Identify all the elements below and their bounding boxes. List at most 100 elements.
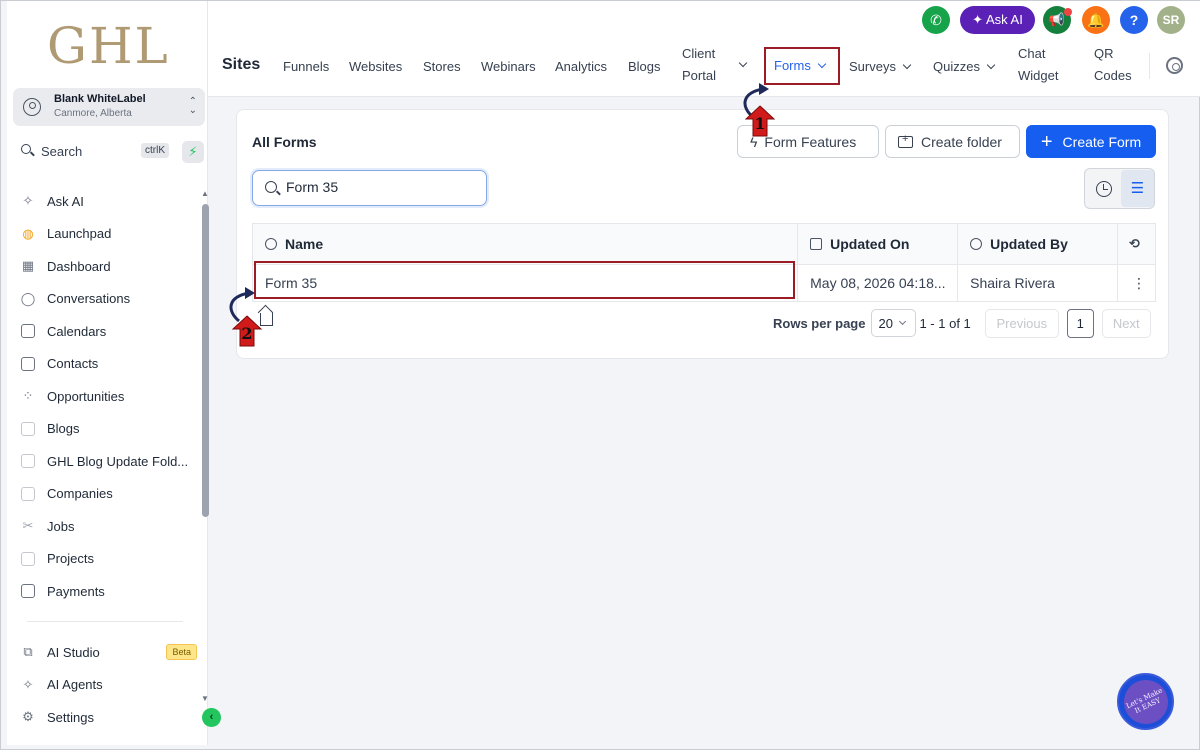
cube-icon	[21, 551, 35, 566]
tab-surveys[interactable]: Surveys	[849, 59, 912, 74]
column-settings-icon: ⟲	[1128, 236, 1140, 251]
sidebar-search[interactable]: Search ctrlK	[13, 140, 173, 164]
card-title: All Forms	[252, 134, 317, 150]
tab-webinars[interactable]: Webinars	[481, 59, 536, 74]
page-number-button[interactable]: 1	[1066, 308, 1094, 338]
sidebar-item-label: Dashboard	[47, 258, 111, 274]
column-settings[interactable]: ⟲	[1116, 223, 1157, 265]
create-form-button[interactable]: + Create Form	[1026, 125, 1156, 158]
ask-ai-button[interactable]: ✦ Ask AI	[960, 6, 1035, 34]
sparkle-icon: ✦	[972, 12, 986, 27]
annotation-badge-2: 2	[232, 315, 262, 347]
column-header-updated-by[interactable]: Updated By	[957, 223, 1118, 265]
sidebar-item-jobs[interactable]: ✂ Jobs	[17, 510, 197, 543]
location-pin-icon	[23, 98, 41, 116]
previous-page-button[interactable]: Previous	[984, 308, 1059, 338]
contacts-icon	[21, 356, 35, 371]
search-shortcut: ctrlK	[141, 143, 169, 158]
sidebar-item-dashboard[interactable]: ▦ Dashboard	[17, 250, 197, 283]
sidebar-divider	[27, 621, 183, 622]
row-actions-kebab-icon[interactable]: ⋮	[1116, 264, 1157, 302]
sidebar-item-label: Jobs	[47, 518, 75, 534]
sidebar-item-projects[interactable]: Projects	[17, 543, 197, 576]
location-city: Canmore, Alberta	[54, 108, 132, 119]
rocket-icon: ◍	[22, 225, 34, 241]
sidebar-item-ask-ai[interactable]: ✧ Ask AI	[17, 185, 197, 218]
updated-by-cell: Shaira Rivera	[957, 264, 1118, 302]
pagination: Rows per page 20 1 - 1 of 1 Previous 1 N…	[773, 308, 1151, 338]
sidebar-item-label: Companies	[47, 486, 113, 502]
user-circle-icon	[265, 238, 277, 250]
column-header-name[interactable]: Name	[251, 223, 799, 265]
list-view-icon[interactable]: ☰	[1121, 170, 1154, 207]
scissors-icon: ✂	[22, 518, 34, 534]
tab-qr-codes[interactable]: QR Codes	[1094, 43, 1132, 87]
table-header-row: Name Updated On Updated By ⟲	[251, 223, 1157, 265]
quick-action-bolt-icon[interactable]: ⚡	[182, 141, 204, 163]
tab-analytics[interactable]: Analytics	[555, 59, 607, 74]
sidebar-item-label: Projects	[47, 551, 94, 567]
sidebar-item-blogs[interactable]: Blogs	[17, 413, 197, 446]
scroll-up-arrow-icon[interactable]: ▲	[201, 189, 209, 198]
sidebar-item-opportunities[interactable]: ⁘ Opportunities	[17, 380, 197, 413]
phone-icon[interactable]: ✆	[922, 6, 950, 34]
annotation-number: 1	[754, 114, 766, 133]
search-icon	[265, 181, 277, 193]
column-label: Updated On	[830, 236, 910, 252]
invoice-icon	[21, 584, 35, 599]
help-icon[interactable]: ?	[1120, 6, 1148, 34]
location-switcher[interactable]: Blank WhiteLabel Canmore, Alberta ⌃ ⌄	[13, 88, 205, 126]
search-label: Search	[41, 144, 83, 159]
sidebar-item-payments[interactable]: Payments	[17, 575, 197, 608]
sidebar-nav: ✧ Ask AI ◍ Launchpad ▦ Dashboard ◯ Conversat…	[17, 185, 197, 608]
sidebar-item-label: Blogs	[47, 421, 80, 437]
column-header-updated-on[interactable]: Updated On	[797, 223, 959, 265]
tab-blogs[interactable]: Blogs	[628, 59, 661, 74]
bell-icon[interactable]: 🔔	[1082, 6, 1110, 34]
scroll-down-arrow-icon[interactable]: ▼	[201, 694, 209, 703]
sidebar-item-contacts[interactable]: Contacts	[17, 348, 197, 381]
chat-widget-text: Let's Make It EASY	[1116, 672, 1175, 731]
sidebar-item-conversations[interactable]: ◯ Conversations	[17, 283, 197, 316]
sidebar-item-ai-agents[interactable]: ✧ AI Agents	[17, 669, 197, 702]
sidebar-item-companies[interactable]: Companies	[17, 478, 197, 511]
rows-per-page-label: Rows per page	[773, 315, 866, 331]
tab-websites[interactable]: Websites	[349, 59, 402, 74]
avatar[interactable]: SR	[1157, 6, 1185, 34]
clock-icon[interactable]	[1096, 181, 1112, 197]
forms-search-input[interactable]	[286, 179, 476, 195]
chat-widget-button[interactable]: Let's Make It EASY	[1116, 672, 1175, 731]
sidebar-scrollbar[interactable]	[202, 204, 209, 517]
updated-on-cell: May 08, 2026 04:18...	[797, 264, 959, 302]
sidebar-item-label: Contacts	[47, 356, 99, 372]
tab-funnels[interactable]: Funnels	[283, 59, 329, 74]
cube-icon	[21, 421, 35, 436]
select-value: 20	[878, 315, 893, 331]
location-name: Blank WhiteLabel	[54, 93, 146, 105]
tab-client-portal[interactable]: Client Portal	[682, 43, 716, 87]
opportunities-icon: ⁘	[22, 388, 34, 404]
rows-per-page-select[interactable]: 20	[871, 309, 917, 337]
brand-logo[interactable]: GHL	[47, 17, 170, 75]
sidebar-item-label: GHL Blog Update Fold...	[47, 453, 189, 469]
chevron-down-icon	[898, 317, 906, 325]
client-portal-chevron-down-icon[interactable]	[732, 57, 748, 72]
tab-quizzes[interactable]: Quizzes	[933, 59, 996, 74]
tab-chat-widget[interactable]: Chat Widget	[1018, 43, 1058, 87]
sidebar-item-settings[interactable]: ⚙ Settings	[17, 701, 197, 734]
sidebar-item-calendars[interactable]: Calendars	[17, 315, 197, 348]
collapse-sidebar-icon[interactable]: ‹	[202, 708, 221, 727]
sidebar-item-launchpad[interactable]: ◍ Launchpad	[17, 218, 197, 251]
top-header: ✆ ✦ Ask AI 📢 🔔 ? SR Sites Funnels Websit…	[208, 1, 1200, 97]
sidebar-item-ghl-blog-folder[interactable]: GHL Blog Update Fold...	[17, 445, 197, 478]
tab-stores[interactable]: Stores	[423, 59, 461, 74]
tab-label: Chat	[1018, 46, 1046, 61]
search-icon	[21, 144, 31, 154]
settings-gear-icon[interactable]	[1166, 57, 1183, 74]
sidebar-item-label: Launchpad	[47, 226, 112, 242]
sidebar-bottom-nav: ⧉ AI Studio Beta ✧ AI Agents ⚙ Settings	[17, 636, 197, 734]
create-folder-button[interactable]: Create folder	[885, 125, 1020, 158]
chevron-updown-icon: ⌃ ⌄	[188, 96, 197, 116]
sidebar-item-ai-studio[interactable]: ⧉ AI Studio Beta	[17, 636, 197, 669]
next-page-button[interactable]: Next	[1101, 308, 1151, 338]
